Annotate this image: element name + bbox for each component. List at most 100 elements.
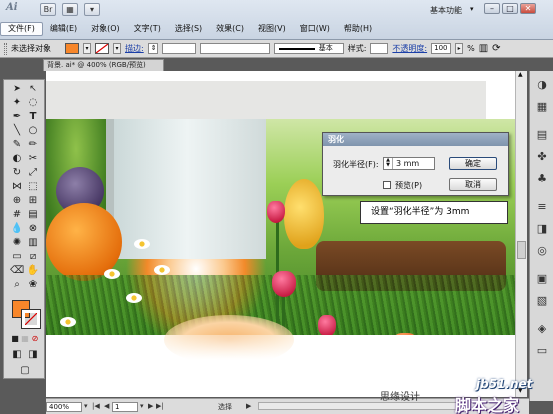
zoom-field[interactable]: 400% — [46, 402, 82, 412]
maximize-button[interactable]: □ — [502, 3, 518, 14]
shape-builder-icon[interactable]: ⊕ — [10, 194, 24, 208]
zoom-icon[interactable]: ⌕ — [10, 278, 24, 292]
menu-help[interactable]: 帮助(H) — [337, 23, 379, 35]
draw-inside-icon[interactable]: ◨ — [26, 348, 40, 362]
blend-icon[interactable]: ⊗ — [26, 222, 40, 236]
width-tool-icon[interactable]: ⋈ — [10, 180, 24, 194]
selection-tool-icon[interactable]: ➤ — [10, 82, 24, 96]
menu-type[interactable]: 文字(T) — [127, 23, 168, 35]
artboard-dropdown-icon[interactable]: ▾ — [140, 402, 144, 410]
artboard-number-field[interactable]: 1 — [112, 402, 138, 412]
brushes-icon[interactable]: ✤ — [534, 149, 550, 165]
ellipse-tool-icon[interactable]: ○ — [26, 124, 40, 138]
next-artboard-icon[interactable]: ▶ — [148, 402, 153, 410]
menu-window[interactable]: 窗口(W) — [293, 23, 337, 35]
symbols-icon[interactable]: ♣ — [534, 171, 550, 187]
stroke-color-box[interactable] — [21, 309, 41, 329]
document-canvas[interactable] — [46, 71, 515, 397]
draw-mode-icon[interactable]: ◧ — [10, 348, 24, 362]
gradient-panel-icon[interactable]: ◨ — [534, 221, 550, 237]
rotate-icon[interactable]: ↻ — [10, 166, 24, 180]
menu-effect[interactable]: 效果(C) — [209, 23, 251, 35]
artboards-icon[interactable]: ▭ — [534, 343, 550, 359]
hand-icon[interactable]: ✋ — [26, 264, 40, 278]
transparency-icon[interactable]: ◎ — [534, 243, 550, 259]
blob-brush-icon[interactable]: ◐ — [10, 152, 24, 166]
bridge-button[interactable]: Br — [40, 3, 56, 16]
stroke-swatch[interactable] — [95, 43, 109, 54]
type-tool-icon[interactable]: T — [26, 110, 40, 124]
stroke-panel-icon[interactable]: ≡ — [534, 199, 550, 215]
lasso-icon[interactable]: ◌ — [26, 96, 40, 110]
variable-width-profile[interactable] — [199, 43, 270, 54]
zoom-dropdown-icon[interactable]: ▾ — [84, 402, 88, 410]
brush-icon[interactable]: ✎ — [10, 138, 24, 152]
scroll-thumb[interactable] — [517, 241, 526, 259]
stroke-weight-stepper[interactable]: ⇕ — [147, 43, 158, 54]
color-panel-icon[interactable]: ◑ — [534, 77, 550, 93]
fill-swatch[interactable] — [65, 43, 79, 54]
free-transform-icon[interactable]: ⬚ — [26, 180, 40, 194]
close-button[interactable]: ✕ — [520, 3, 536, 14]
swatches-icon[interactable]: ▤ — [534, 127, 550, 143]
symbol-icon[interactable]: ❀ — [26, 278, 40, 292]
menu-view[interactable]: 视图(V) — [251, 23, 293, 35]
document-setup-icon[interactable]: ▥ — [479, 43, 488, 54]
pen-icon[interactable]: ✒ — [10, 110, 24, 124]
last-artboard-icon[interactable]: ▶| — [156, 402, 164, 410]
appearance-icon[interactable]: ▣ — [534, 271, 550, 287]
opacity-label[interactable]: 不透明度: — [392, 43, 427, 54]
menu-file[interactable]: 文件(F) — [0, 22, 43, 36]
preview-checkbox[interactable] — [383, 181, 391, 189]
color-guide-icon[interactable]: ▦ — [534, 99, 550, 115]
transform-icon[interactable]: ⟳ — [492, 43, 500, 54]
document-tab[interactable]: 背景. ai* @ 400% (RGB/预览) — [43, 59, 164, 71]
right-panel-dock: ◑ ▦ ▤ ✤ ♣ ≡ ◨ ◎ ▣ ▧ ◈ ▭ — [529, 71, 553, 401]
none-mode-icon[interactable]: ⊘ — [28, 332, 42, 346]
arrange-documents-button[interactable]: ▦ — [62, 3, 78, 16]
vertical-scrollbar[interactable]: ▲ ▼ — [515, 71, 527, 397]
prev-artboard-icon[interactable]: ◀ — [104, 402, 109, 410]
menu-object[interactable]: 对象(O) — [84, 23, 127, 35]
direct-selection-icon[interactable]: ↖ — [26, 82, 40, 96]
gradient-icon[interactable]: ▤ — [26, 208, 40, 222]
eyedropper-icon[interactable]: 💧 — [10, 222, 24, 236]
opacity-dropdown[interactable]: ▸ — [455, 43, 464, 54]
stroke-label[interactable]: 描边: — [125, 43, 144, 54]
graphic-style-picker[interactable] — [370, 43, 389, 54]
perspective-icon[interactable]: ⊞ — [26, 194, 40, 208]
panel-grip[interactable] — [4, 42, 7, 55]
scale-icon[interactable]: ⤢ — [26, 166, 40, 180]
line-tool-icon[interactable]: ╲ — [10, 124, 24, 138]
slice-icon[interactable]: ⧄ — [26, 250, 40, 264]
first-artboard-icon[interactable]: |◀ — [92, 402, 100, 410]
minimize-button[interactable]: – — [484, 3, 500, 14]
column-graph-icon[interactable]: ▥ — [26, 236, 40, 250]
symbol-sprayer-icon[interactable]: ✺ — [10, 236, 24, 250]
stroke-weight-input[interactable] — [161, 43, 196, 54]
workspace-switcher[interactable]: 基本功能 — [430, 5, 462, 16]
workspace-dropdown-icon[interactable]: ▾ — [470, 5, 474, 13]
cancel-button[interactable]: 取消 — [449, 178, 497, 191]
artboard-icon[interactable]: ▭ — [10, 250, 24, 264]
pencil-icon[interactable]: ✏ — [26, 138, 40, 152]
scissors-icon[interactable]: ✂ — [26, 152, 40, 166]
ok-button[interactable]: 确定 — [449, 157, 497, 170]
stroke-dropdown[interactable]: ▾ — [113, 43, 121, 54]
status-menu-icon[interactable]: ▶ — [246, 402, 251, 410]
eraser-icon[interactable]: ⌫ — [10, 264, 24, 278]
arrange-dropdown-button[interactable]: ▾ — [84, 3, 100, 16]
menu-edit[interactable]: 编辑(E) — [43, 23, 84, 35]
scroll-up-icon[interactable]: ▲ — [518, 71, 523, 78]
fill-dropdown[interactable]: ▾ — [83, 43, 91, 54]
mesh-icon[interactable]: # — [10, 208, 24, 222]
magic-wand-icon[interactable]: ✦ — [10, 96, 24, 110]
brush-definition[interactable]: 基本 — [273, 43, 344, 54]
radius-stepper[interactable]: ▲ ▼ — [384, 158, 393, 169]
screen-mode-icon[interactable]: ▢ — [18, 364, 32, 378]
graphic-styles-icon[interactable]: ▧ — [534, 293, 550, 309]
opacity-input[interactable]: 100 — [431, 43, 452, 54]
layers-icon[interactable]: ◈ — [534, 321, 550, 337]
menu-select[interactable]: 选择(S) — [168, 23, 209, 35]
control-bar: 未选择对象 ▾ ▾ 描边: ⇕ 基本 样式: 不透明度: 100 ▸ % ▥ ⟳ — [0, 40, 553, 58]
